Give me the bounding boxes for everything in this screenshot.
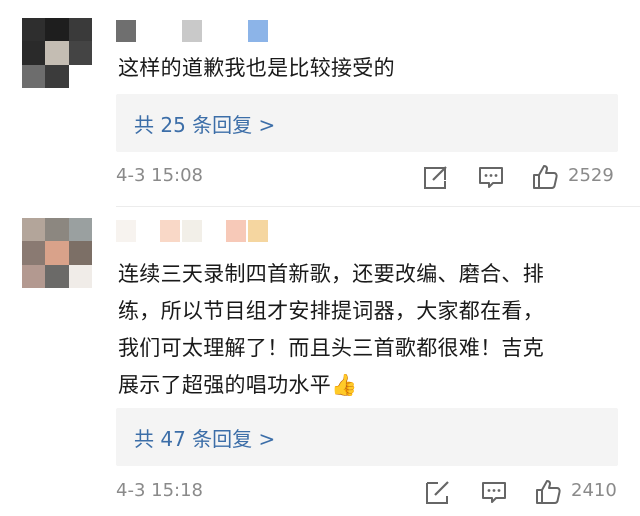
username-mosaic-cell xyxy=(116,20,136,42)
comment-meta: 4-3 15:18 2410 xyxy=(0,478,640,508)
avatar-mosaic-cell xyxy=(68,218,92,242)
comment-text-segment: 展示了超强的唱功水平 xyxy=(118,373,331,397)
comment-text-line: 练，所以节目组才安排提词器，大家都在看， xyxy=(118,299,544,323)
username-mosaic-cell xyxy=(138,220,158,242)
avatar-mosaic-cell xyxy=(68,264,92,288)
comment-2: 连续三天录制四首新歌，还要改编、磨合、排 练，所以节目组才安排提词器，大家都在看… xyxy=(0,210,640,516)
username-mosaic-cell xyxy=(248,220,268,242)
username-mosaic-cell xyxy=(116,220,136,242)
avatar-mosaic-cell xyxy=(68,18,92,42)
avatar-mosaic-cell xyxy=(22,241,46,265)
avatar[interactable] xyxy=(22,18,92,88)
comment-time: 4-3 15:08 xyxy=(116,165,203,186)
username-mosaic-cell xyxy=(204,220,224,242)
view-replies-link[interactable]: 共 25 条回复 > xyxy=(134,109,275,138)
username-mosaic-cell xyxy=(182,20,202,42)
comment-text-line: 展示了超强的唱功水平👍 xyxy=(118,367,628,404)
avatar-mosaic-cell xyxy=(68,41,92,65)
like-count: 2529 xyxy=(568,165,614,186)
username-mosaic-cell xyxy=(204,20,224,42)
edit-icon[interactable] xyxy=(424,478,452,506)
avatar-mosaic-cell xyxy=(68,64,92,88)
username-mosaic-cell xyxy=(226,20,246,42)
avatar-mosaic-cell xyxy=(22,264,46,288)
comment-time: 4-3 15:18 xyxy=(116,480,203,501)
username-mosaic-cell xyxy=(226,220,246,242)
comment-icon[interactable] xyxy=(477,163,505,191)
comment-text-line: 我们可太理解了！而且头三首歌都很难！吉克 xyxy=(118,336,544,360)
avatar-mosaic-cell xyxy=(68,241,92,265)
comment-1: 这样的道歉我也是比较接受的 共 25 条回复 > 4-3 15:08 2529 xyxy=(0,0,640,196)
comment-meta: 4-3 15:08 2529 xyxy=(0,163,640,193)
avatar-mosaic-cell xyxy=(45,241,69,265)
username-mosaic-cell xyxy=(248,20,268,42)
replies-box[interactable]: 共 25 条回复 > xyxy=(116,94,618,152)
comment-text: 连续三天录制四首新歌，还要改编、磨合、排 练，所以节目组才安排提词器，大家都在看… xyxy=(118,256,628,404)
username-mosaic-cell xyxy=(160,220,180,242)
edit-icon[interactable] xyxy=(422,163,450,191)
avatar-mosaic-cell xyxy=(45,218,69,242)
thumbs-up-icon[interactable] xyxy=(531,163,559,191)
view-replies-link[interactable]: 共 47 条回复 > xyxy=(134,423,275,452)
avatar-mosaic-cell xyxy=(22,64,46,88)
thumbs-up-emoji: 👍 xyxy=(331,373,358,397)
thumbs-up-icon[interactable] xyxy=(534,478,562,506)
comment-text-line: 连续三天录制四首新歌，还要改编、磨合、排 xyxy=(118,262,544,286)
replies-box[interactable]: 共 47 条回复 > xyxy=(116,408,618,466)
username-mosaic-cell xyxy=(138,20,158,42)
avatar-mosaic-cell xyxy=(45,264,69,288)
like-count: 2410 xyxy=(571,480,617,501)
comment-icon[interactable] xyxy=(480,478,508,506)
username-blurred[interactable] xyxy=(116,20,268,42)
avatar[interactable] xyxy=(22,218,92,288)
username-blurred[interactable] xyxy=(116,220,268,242)
divider xyxy=(116,206,640,207)
comment-text: 这样的道歉我也是比较接受的 xyxy=(118,56,395,80)
avatar-mosaic-cell xyxy=(45,41,69,65)
username-mosaic-cell xyxy=(182,220,202,242)
avatar-mosaic-cell xyxy=(22,41,46,65)
username-mosaic-cell xyxy=(160,20,180,42)
avatar-mosaic-cell xyxy=(22,18,46,42)
avatar-mosaic-cell xyxy=(45,64,69,88)
avatar-mosaic-cell xyxy=(22,218,46,242)
avatar-mosaic-cell xyxy=(45,18,69,42)
